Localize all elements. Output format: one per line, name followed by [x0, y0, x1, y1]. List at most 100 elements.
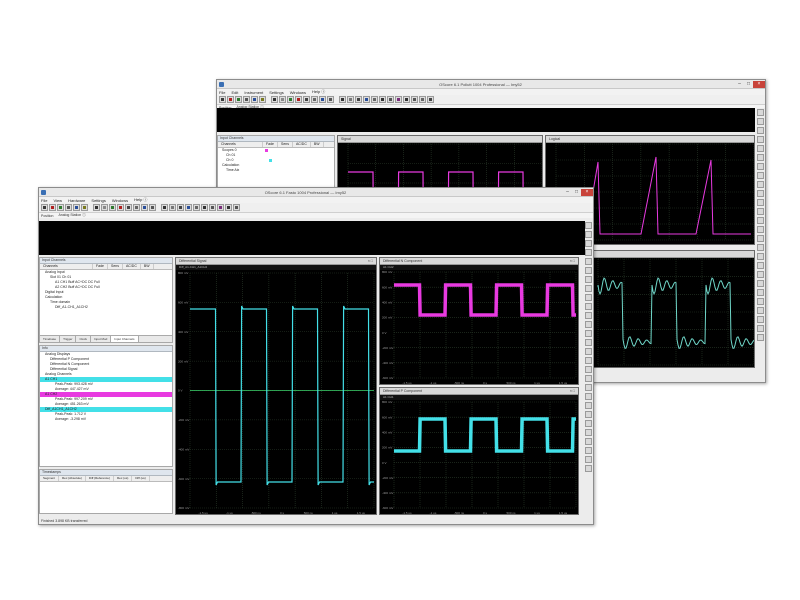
toolbar-button[interactable]	[379, 96, 386, 103]
toolbar-button[interactable]	[287, 96, 294, 103]
minimize-icon[interactable]: –	[563, 189, 572, 196]
side-tool-button[interactable]	[585, 402, 592, 409]
side-tool-button[interactable]	[757, 109, 764, 116]
side-tool-button[interactable]	[757, 235, 764, 242]
side-tool-button[interactable]	[757, 298, 764, 305]
tab-input-mod[interactable]: Input Mod	[91, 336, 112, 342]
scope-plot[interactable]: 800 mV 600 mV 400 mV 200 mV 0 V -200 mV -400 m…	[176, 269, 377, 515]
side-tool-button[interactable]	[757, 136, 764, 143]
side-tool-button[interactable]	[585, 366, 592, 373]
toolbar-button[interactable]	[259, 96, 266, 103]
toolbar-button[interactable]	[355, 96, 362, 103]
toolbar-button[interactable]	[117, 204, 124, 211]
side-tool-button[interactable]	[757, 307, 764, 314]
col-fade[interactable]: Fade	[263, 142, 278, 147]
back-scope-lower[interactable]	[593, 250, 755, 368]
toolbar-button[interactable]	[41, 204, 48, 211]
close-icon[interactable]: ×	[581, 188, 593, 196]
toolbar-button[interactable]	[169, 204, 176, 211]
toolbar-button[interactable]	[303, 96, 310, 103]
side-tool-button[interactable]	[585, 393, 592, 400]
toolbar-button[interactable]	[185, 204, 192, 211]
col-fade[interactable]: Fade	[93, 264, 108, 269]
col-rec-absolute[interactable]: Rec (Absolute)	[59, 476, 86, 481]
col-bw[interactable]: BW	[141, 264, 154, 269]
col-channels[interactable]: Channels	[40, 264, 93, 269]
toolbar-button[interactable]	[403, 96, 410, 103]
toolbar-button[interactable]	[279, 96, 286, 103]
toolbar-button[interactable]	[295, 96, 302, 103]
side-tool-button[interactable]	[757, 145, 764, 152]
toolbar-button[interactable]	[311, 96, 318, 103]
toolbar-button[interactable]	[347, 96, 354, 103]
menu-help[interactable]: Help ⓘ	[312, 89, 325, 95]
side-tool-button[interactable]	[585, 411, 592, 418]
toolbar-button[interactable]	[141, 204, 148, 211]
menu-help[interactable]: Help ⓘ	[134, 197, 147, 203]
tab-trigger[interactable]: Trigger	[60, 336, 77, 342]
side-tool-button[interactable]	[757, 334, 764, 341]
col-sens[interactable]: Sens	[278, 142, 293, 147]
side-tool-button[interactable]	[757, 181, 764, 188]
col-rec-us[interactable]: Rec (us)	[114, 476, 133, 481]
side-tool-button[interactable]	[585, 258, 592, 265]
tab-input-channels[interactable]: Input Channels	[111, 336, 139, 342]
toolbar-button[interactable]	[201, 204, 208, 211]
scope-close-icon[interactable]: × □	[570, 388, 578, 394]
side-tool-button[interactable]	[757, 127, 764, 134]
side-tool-button[interactable]	[585, 330, 592, 337]
toolbar-button[interactable]	[233, 204, 240, 211]
col-acdc[interactable]: AC/DC	[123, 264, 141, 269]
toolbar-button[interactable]	[101, 204, 108, 211]
analog-station-label[interactable]: Analog Station ⓘ	[58, 213, 85, 218]
toolbar-button[interactable]	[161, 204, 168, 211]
maximize-icon[interactable]: □	[744, 81, 753, 88]
side-tool-button[interactable]	[585, 312, 592, 319]
side-tool-button[interactable]	[757, 208, 764, 215]
side-tool-button[interactable]	[757, 163, 764, 170]
maximize-icon[interactable]: □	[572, 189, 581, 196]
menu-file[interactable]: File	[41, 198, 47, 203]
toolbar-button[interactable]	[271, 96, 278, 103]
scope-differential-n[interactable]: Differential N Component × □ A1 CH2 800 m…	[379, 257, 579, 385]
side-tool-button[interactable]	[757, 280, 764, 287]
menu-file[interactable]: File	[219, 90, 225, 95]
col-bw[interactable]: BW	[311, 142, 324, 147]
side-tool-button[interactable]	[585, 321, 592, 328]
side-tool-button[interactable]	[585, 276, 592, 283]
side-tool-button[interactable]	[585, 456, 592, 463]
toolbar-button[interactable]	[109, 204, 116, 211]
side-tool-button[interactable]	[757, 262, 764, 269]
side-tool-button[interactable]	[585, 231, 592, 238]
scope-close-icon[interactable]: × □	[570, 258, 578, 264]
col-channels[interactable]: Channels	[218, 142, 263, 147]
menu-edit[interactable]: Edit	[231, 90, 238, 95]
col-acdc[interactable]: AC/DC	[293, 142, 311, 147]
side-tool-button[interactable]	[757, 118, 764, 125]
side-tool-button[interactable]	[585, 447, 592, 454]
toolbar-button[interactable]	[81, 204, 88, 211]
toolbar-button[interactable]	[427, 96, 434, 103]
col-sens[interactable]: Sens	[108, 264, 123, 269]
scope-plot[interactable]: 800 mV 600 mV 400 mV 200 mV 0 V -200 mV -400 m…	[380, 269, 579, 385]
side-tool-button[interactable]	[585, 465, 592, 472]
scope-close-icon[interactable]: × □	[368, 258, 376, 264]
scope-differential-signal[interactable]: Differential Signal × □ Diff_A1-CH1_A1CH2…	[175, 257, 377, 515]
minimize-icon[interactable]: –	[735, 81, 744, 88]
side-tool-button[interactable]	[585, 348, 592, 355]
menu-hardware[interactable]: Hardware	[68, 198, 85, 203]
side-tool-button[interactable]	[757, 190, 764, 197]
toolbar-button[interactable]	[225, 204, 232, 211]
toolbar-button[interactable]	[419, 96, 426, 103]
col-diff-reference[interactable]: Diff (Reference)	[86, 476, 114, 481]
toolbar-button[interactable]	[411, 96, 418, 103]
scope-plot[interactable]	[594, 257, 755, 368]
side-tool-button[interactable]	[585, 339, 592, 346]
toolbar-button[interactable]	[217, 204, 224, 211]
close-icon[interactable]: ×	[753, 80, 765, 88]
toolbar-button[interactable]	[363, 96, 370, 103]
toolbar-button[interactable]	[133, 204, 140, 211]
toolbar-button[interactable]	[57, 204, 64, 211]
menu-settings[interactable]: Settings	[91, 198, 105, 203]
toolbar-button[interactable]	[319, 96, 326, 103]
